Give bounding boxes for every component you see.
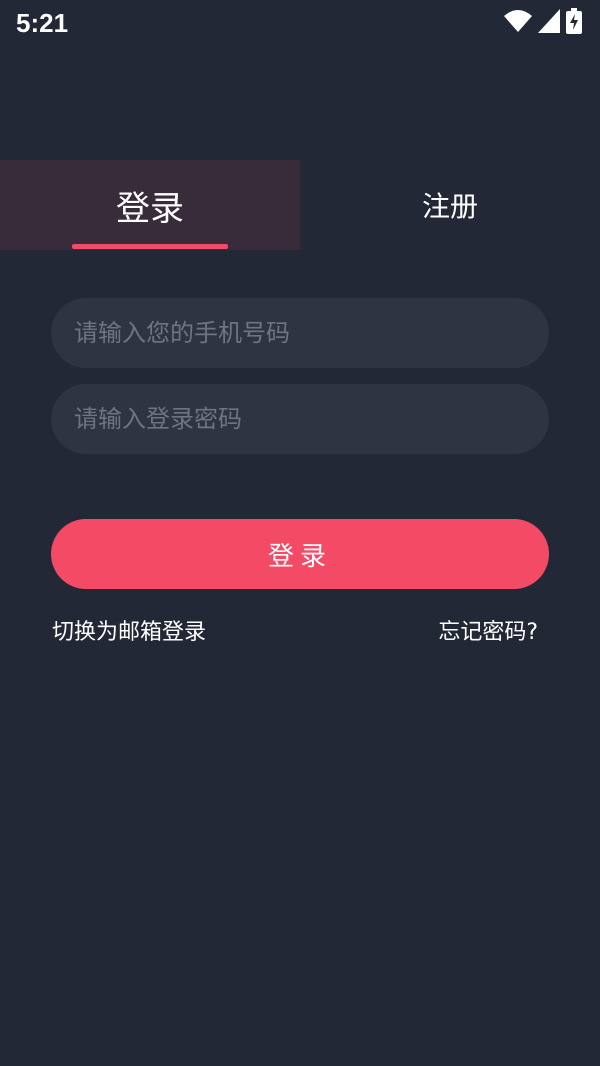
signal-icon [538, 9, 560, 37]
status-icons [504, 8, 582, 38]
tab-login[interactable]: 登录 [0, 160, 300, 250]
status-time: 5:21 [16, 8, 69, 38]
password-input[interactable] [72, 404, 516, 434]
auth-tabs: 登录 注册 [0, 160, 600, 250]
forgot-password-link[interactable]: 忘记密码? [438, 614, 538, 646]
wifi-icon [504, 9, 532, 37]
tab-register-label: 注册 [421, 190, 478, 223]
battery-charging-icon [566, 8, 582, 38]
tab-login-label: 登录 [116, 188, 184, 229]
status-bar: 5:21 [0, 0, 600, 48]
login-button[interactable]: 登录 [51, 519, 549, 589]
phone-field [51, 298, 549, 368]
switch-email-login-link[interactable]: 切换为邮箱登录 [52, 614, 206, 646]
phone-input[interactable] [72, 318, 516, 348]
tab-register[interactable]: 注册 [300, 160, 600, 250]
password-field [51, 384, 549, 454]
active-tab-indicator [72, 244, 228, 249]
